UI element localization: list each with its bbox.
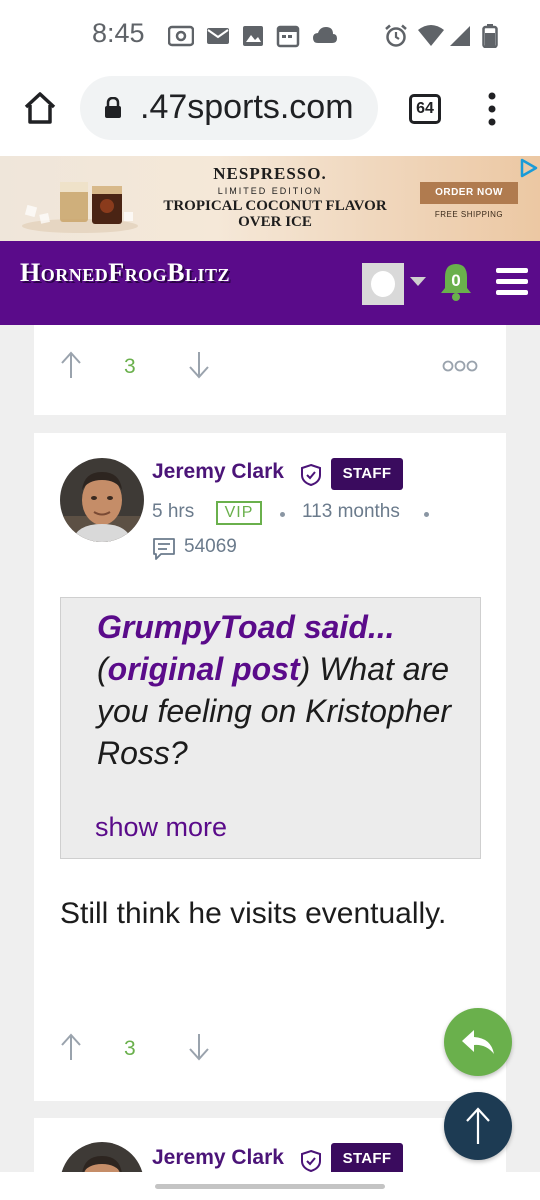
quote-open-paren: (: [97, 651, 108, 687]
reply-arrow-icon: [462, 1030, 494, 1054]
coffee-glasses-image: [22, 182, 138, 233]
reply-button[interactable]: [444, 1008, 512, 1076]
author-name[interactable]: Jeremy Clark: [152, 1146, 284, 1170]
signal-icon: [450, 26, 470, 46]
vote-count: 3: [124, 355, 136, 378]
upvote-icon[interactable]: [60, 351, 82, 379]
hamburger-menu-icon[interactable]: [496, 268, 528, 296]
post-card: Jeremy Clark STAFF 5 hrs VIP 113 months …: [34, 433, 506, 1101]
vote-row: 3: [34, 347, 506, 387]
avatar-placeholder: [371, 271, 395, 297]
verified-shield-icon: [301, 463, 321, 487]
ad-subtitle: LIMITED EDITION: [217, 186, 323, 196]
separator-dot: [280, 512, 285, 517]
author-name[interactable]: Jeremy Clark: [152, 460, 284, 484]
status-bar: 8:45: [0, 0, 540, 70]
user-avatar[interactable]: [362, 263, 404, 305]
downvote-icon[interactable]: [188, 351, 210, 379]
downvote-icon[interactable]: [188, 1033, 210, 1061]
separator-dot: [424, 512, 429, 517]
vip-badge: VIP: [216, 501, 262, 525]
lock-icon: [105, 97, 121, 118]
member-tenure: 113 months: [302, 501, 400, 522]
overflow-menu-icon[interactable]: [486, 92, 498, 126]
site-logo[interactable]: HornedFrogBlitz: [20, 258, 230, 288]
staff-badge: STAFF: [331, 458, 403, 490]
chevron-down-icon[interactable]: [410, 277, 426, 286]
gesture-handle[interactable]: [155, 1184, 385, 1189]
image-icon: [243, 26, 263, 46]
screen: 8:45 .47sports.com 64 NESPRESSO. LIMITED…: [0, 0, 540, 1200]
ad-order-button[interactable]: ORDER NOW: [420, 182, 518, 204]
ad-headline-line2: OVER ICE: [238, 214, 312, 230]
original-post-link[interactable]: original post: [108, 651, 300, 687]
staff-badge: STAFF: [331, 1143, 403, 1175]
browser-toolbar: .47sports.com 64: [0, 70, 540, 156]
more-options-icon[interactable]: [442, 359, 478, 373]
calendar-icon: [276, 25, 300, 48]
ad-headline-line1: TROPICAL COCONUT FLAVOR: [163, 198, 387, 214]
ad-choices-icon[interactable]: [518, 158, 538, 178]
site-header: HornedFrogBlitz 0: [0, 241, 540, 325]
upvote-icon[interactable]: [60, 1033, 82, 1061]
verified-shield-icon: [301, 1149, 321, 1173]
quote-close-paren: ): [299, 651, 311, 687]
cloud-icon: [313, 27, 337, 43]
vote-count: 3: [124, 1037, 136, 1060]
url-text: .47sports.com: [140, 88, 354, 126]
battery-icon: [482, 24, 498, 48]
status-time: 8:45: [92, 18, 145, 48]
arrow-up-icon: [466, 1107, 490, 1144]
vote-row: 3: [34, 1029, 506, 1069]
home-icon[interactable]: [22, 90, 58, 126]
tab-switcher-button[interactable]: 64: [409, 94, 441, 124]
mail-icon: [207, 28, 229, 44]
post-body: Still think he visits eventually.: [60, 897, 447, 930]
comment-count-icon: [153, 538, 175, 560]
quote-block: GrumpyToad said... (original post) What …: [60, 597, 481, 859]
post-time[interactable]: 5 hrs: [152, 501, 194, 523]
previous-post-card: 3: [34, 325, 506, 415]
scroll-to-top-button[interactable]: [444, 1092, 512, 1160]
author-avatar[interactable]: [60, 458, 144, 542]
author-post-count: 54069: [184, 536, 237, 557]
ad-headline: TROPICAL COCONUT FLAVOR OVER ICE: [155, 198, 395, 230]
quote-text: GrumpyToad said... (original post) What …: [97, 606, 467, 774]
show-more-link[interactable]: show more: [95, 812, 227, 843]
notification-count: 0: [451, 271, 461, 290]
system-nav-bar: [0, 1172, 540, 1200]
ad-brand: NESPRESSO.: [213, 164, 327, 183]
alarm-icon: [385, 24, 407, 47]
quote-author[interactable]: GrumpyToad said...: [97, 606, 467, 648]
wifi-icon: [418, 25, 444, 46]
radio-icon: [168, 25, 194, 47]
ad-shipping-text: FREE SHIPPING: [434, 210, 504, 219]
ad-banner[interactable]: NESPRESSO. LIMITED EDITION TROPICAL COCO…: [0, 156, 540, 241]
